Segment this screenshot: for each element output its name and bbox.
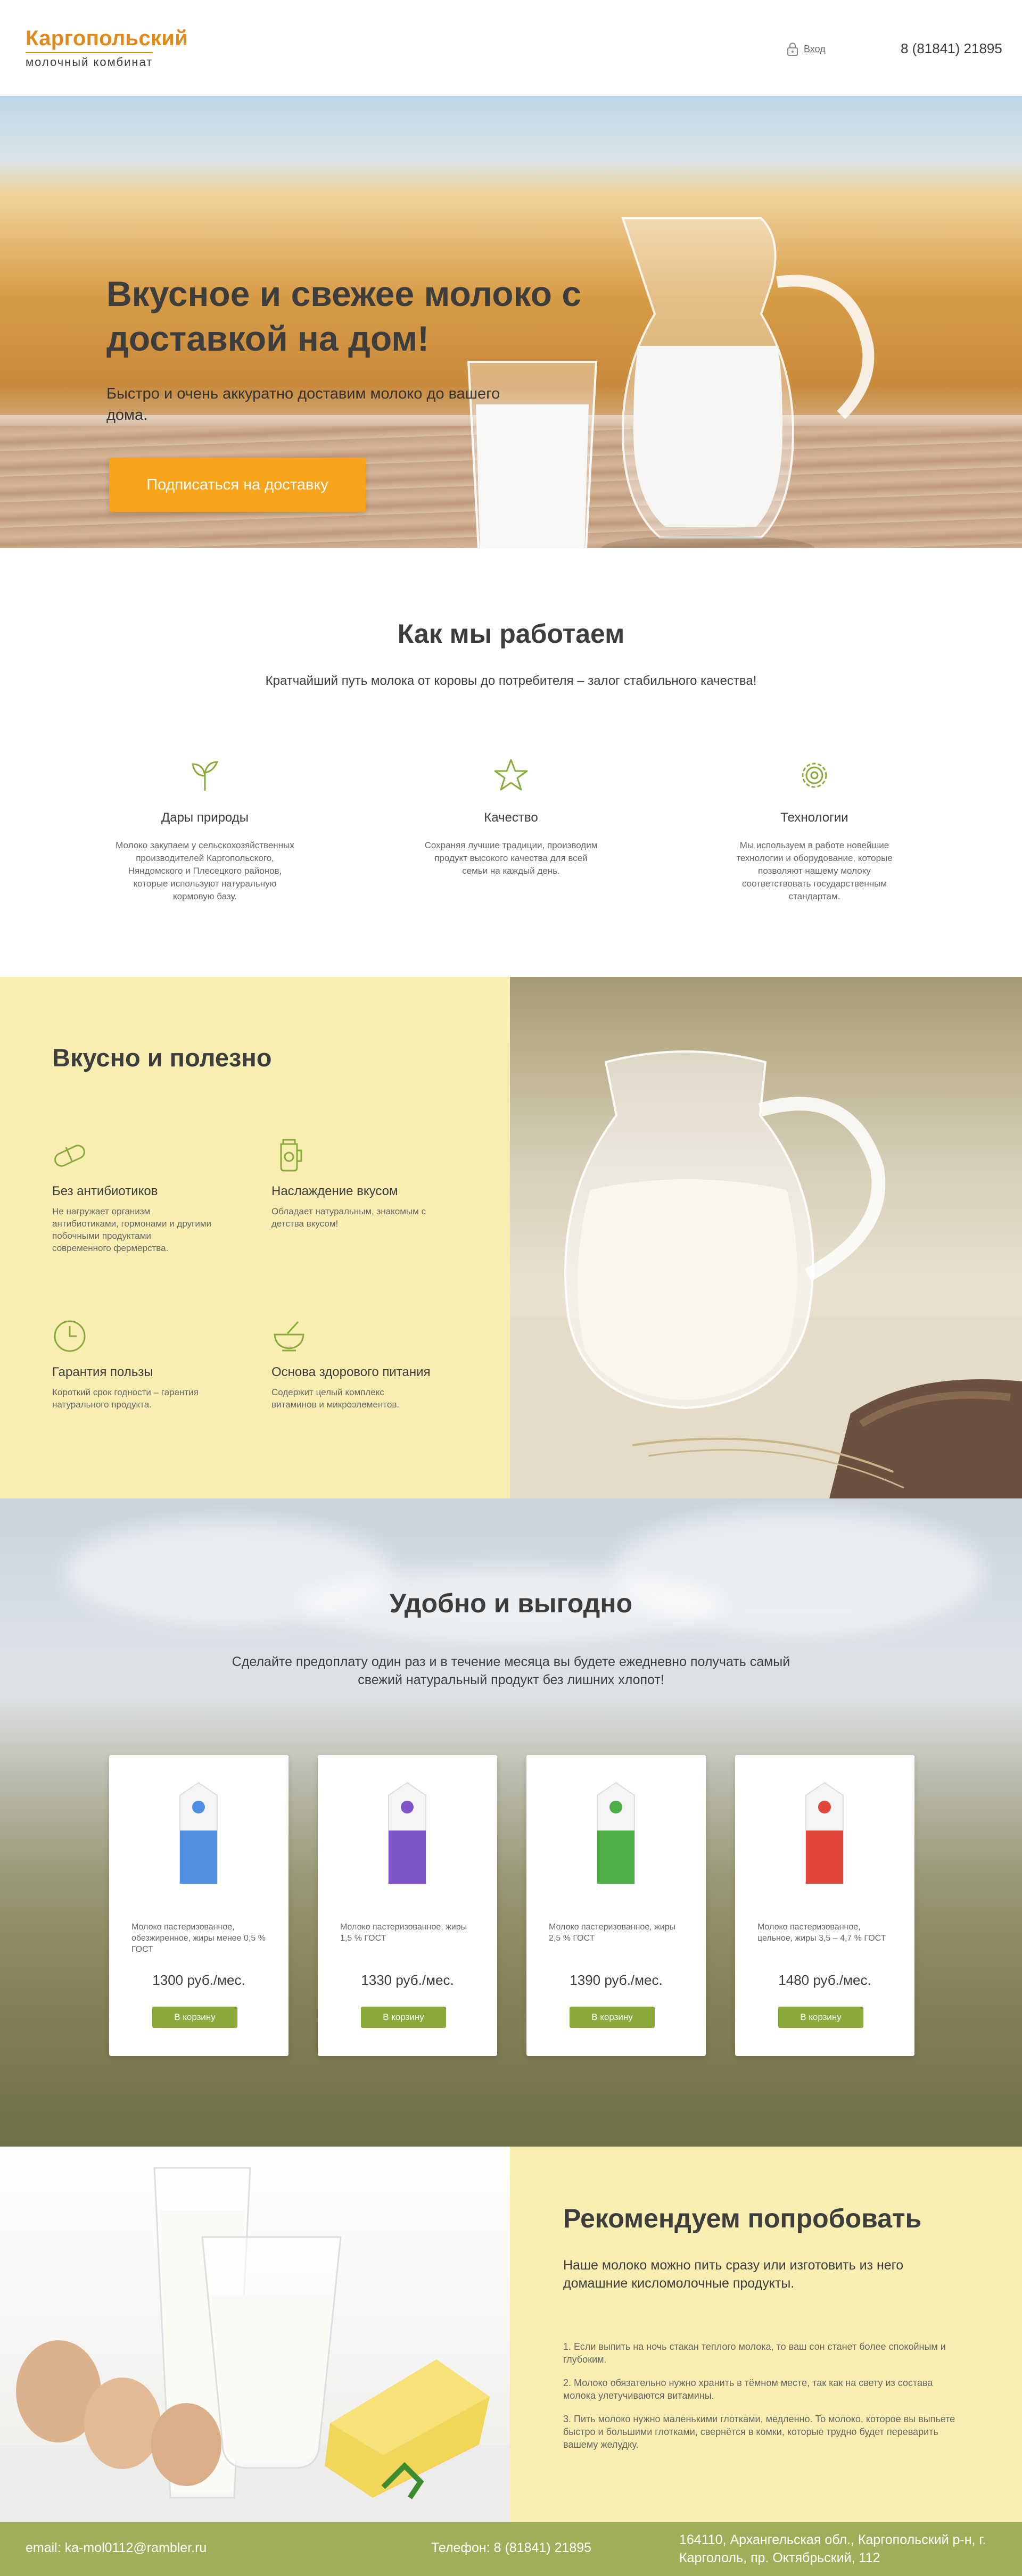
hero-title: Вкусное и свежее молоко с доставкой на д… xyxy=(106,274,582,358)
product-card: Молоко пастеризованное, цельное, жиры 3,… xyxy=(735,1755,914,2056)
footer-email[interactable]: email: ka-mol0112@rambler.ru xyxy=(26,2540,207,2556)
milk-pitcher-photo xyxy=(510,977,1022,1498)
sprout-icon xyxy=(192,761,219,791)
dairy-products-photo xyxy=(0,2147,510,2522)
section-lead: Наше молоко можно пить сразу или изготов… xyxy=(563,2258,904,2291)
hero-section: Вкусное и свежее молоко с доставкой на д… xyxy=(0,96,1022,548)
product-description: Молоко пастеризованное, жиры 1,5 % ГОСТ xyxy=(340,1923,467,1943)
product-price: 1330 руб./мес. xyxy=(361,1972,454,1988)
milk-can-icon xyxy=(280,1139,302,1172)
feature-title: Качество xyxy=(484,810,538,825)
footer-phone[interactable]: Телефон: 8 (81841) 21895 xyxy=(431,2540,591,2556)
clock-icon xyxy=(54,1320,86,1352)
benefit-guarantee: Гарантия пользы Короткий срок годности –… xyxy=(52,1319,244,1411)
recommend-section: Рекомендуем попробовать Наше молоко можн… xyxy=(0,2147,1022,2522)
feature-desc: Молоко закупаем у сельскохозяйственных п… xyxy=(116,840,294,901)
product-card: Молоко пастеризованное, жиры 1,5 % ГОСТ … xyxy=(318,1755,497,2056)
pill-icon xyxy=(54,1145,85,1167)
benefit-desc: Содержит целый комплекс витаминов и микр… xyxy=(271,1387,400,1410)
benefit-desc: Не нагружает организм антибиотиками, гор… xyxy=(52,1206,212,1253)
benefit-no-antibiotics: Без антибиотиков Не нагружает организм а… xyxy=(52,1138,244,1254)
section-title: Рекомендуем попробовать xyxy=(563,2204,922,2233)
logo[interactable]: Каргопольский молочный комбинат xyxy=(26,27,188,69)
bowl-icon xyxy=(274,1321,304,1352)
benefit-title: Наслаждение вкусом xyxy=(271,1184,398,1198)
feature-desc: Мы используем в работе новейшие технолог… xyxy=(736,840,893,901)
benefit-healthy-basis: Основа здорового питания Содержит целый … xyxy=(271,1319,463,1411)
product-description: Молоко пастеризованное, обезжиренное, жи… xyxy=(131,1923,266,1954)
milk-carton-red-image xyxy=(805,1782,844,1884)
milk-carton-green-image xyxy=(597,1782,635,1884)
section-lead: Сделайте предоплату один раз и в течение… xyxy=(232,1654,790,1687)
hero-subtitle: Быстро и очень аккуратно доставим молоко… xyxy=(106,385,500,424)
site-header: Каргопольский молочный комбинат Вход 8 (… xyxy=(0,0,1022,96)
how-we-work-section: Как мы работаем Кратчайший путь молока о… xyxy=(0,548,1022,977)
product-card: Молоко пастеризованное, обезжиренное, жи… xyxy=(109,1755,289,2056)
star-icon xyxy=(494,759,528,791)
product-price: 1390 руб./мес. xyxy=(570,1972,663,1988)
feature-title: Дары природы xyxy=(161,810,249,825)
gear-icon xyxy=(802,763,827,788)
header-phone[interactable]: 8 (81841) 21895 xyxy=(901,40,1002,57)
add-to-cart-button[interactable]: В корзину xyxy=(152,2007,237,2028)
tip-item: 2. Молоко обязательно нужно хранить в тё… xyxy=(563,2378,933,2401)
tip-item: 1. Если выпить на ночь стакан теплого мо… xyxy=(563,2341,946,2365)
site-footer: email: ka-mol0112@rambler.ru Телефон: 8 … xyxy=(0,2522,1022,2576)
benefit-title: Гарантия пользы xyxy=(52,1365,153,1379)
product-description: Молоко пастеризованное, жиры 2,5 % ГОСТ xyxy=(549,1923,676,1943)
benefit-taste: Наслаждение вкусом Обладает натуральным,… xyxy=(271,1138,463,1230)
add-to-cart-button[interactable]: В корзину xyxy=(361,2007,446,2028)
product-price: 1480 руб./мес. xyxy=(778,1972,871,1988)
feature-technology: Технологии Мы используем в работе новейш… xyxy=(719,757,910,903)
footer-address: 164110, Архангельская обл., Каргопольски… xyxy=(679,2532,986,2565)
feature-quality: Качество Сохраняя лучшие традиции, произ… xyxy=(415,757,607,877)
section-title: Вкусно и полезно xyxy=(52,1043,272,1072)
tasty-healthy-section: Вкусно и полезно Без антибиотиков Не наг… xyxy=(0,977,1022,1498)
product-card: Молоко пастеризованное, жиры 2,5 % ГОСТ … xyxy=(526,1755,706,2056)
section-lead: Кратчайший путь молока от коровы до потр… xyxy=(265,674,757,688)
logo-subtitle: молочный комбинат xyxy=(26,52,153,69)
feature-desc: Сохраняя лучшие традиции, производим про… xyxy=(424,840,598,876)
benefit-title: Основа здорового питания xyxy=(271,1365,431,1379)
login-label: Вход xyxy=(804,43,826,54)
pricing-section: Удобно и выгодно Сделайте предоплату оди… xyxy=(0,1498,1022,2147)
subscribe-delivery-button[interactable]: Подписаться на доставку xyxy=(109,458,366,512)
milk-jug-image xyxy=(601,217,875,548)
feature-title: Технологии xyxy=(780,810,848,825)
benefit-desc: Короткий срок годности – гарантия натура… xyxy=(52,1387,199,1410)
milk-carton-blue-image xyxy=(179,1782,218,1884)
benefit-title: Без антибиотиков xyxy=(52,1184,158,1198)
product-price: 1300 руб./мес. xyxy=(152,1972,245,1988)
milk-carton-purple-image xyxy=(388,1782,426,1884)
add-to-cart-button[interactable]: В корзину xyxy=(778,2007,863,2028)
feature-nature: Дары природы Молоко закупаем у сельскохо… xyxy=(109,757,301,903)
lock-icon xyxy=(787,43,798,56)
tip-item: 3. Пить молоко нужно маленькими глотками… xyxy=(563,2414,955,2450)
section-title: Удобно и выгодно xyxy=(389,1588,633,1618)
section-title: Как мы работаем xyxy=(397,619,625,649)
benefit-desc: Обладает натуральным, знакомым с детства… xyxy=(271,1206,426,1229)
product-description: Молоко пастеризованное, цельное, жиры 3,… xyxy=(757,1923,886,1943)
login-link[interactable]: Вход xyxy=(787,42,826,56)
logo-title: Каргопольский xyxy=(26,27,188,50)
add-to-cart-button[interactable]: В корзину xyxy=(570,2007,655,2028)
